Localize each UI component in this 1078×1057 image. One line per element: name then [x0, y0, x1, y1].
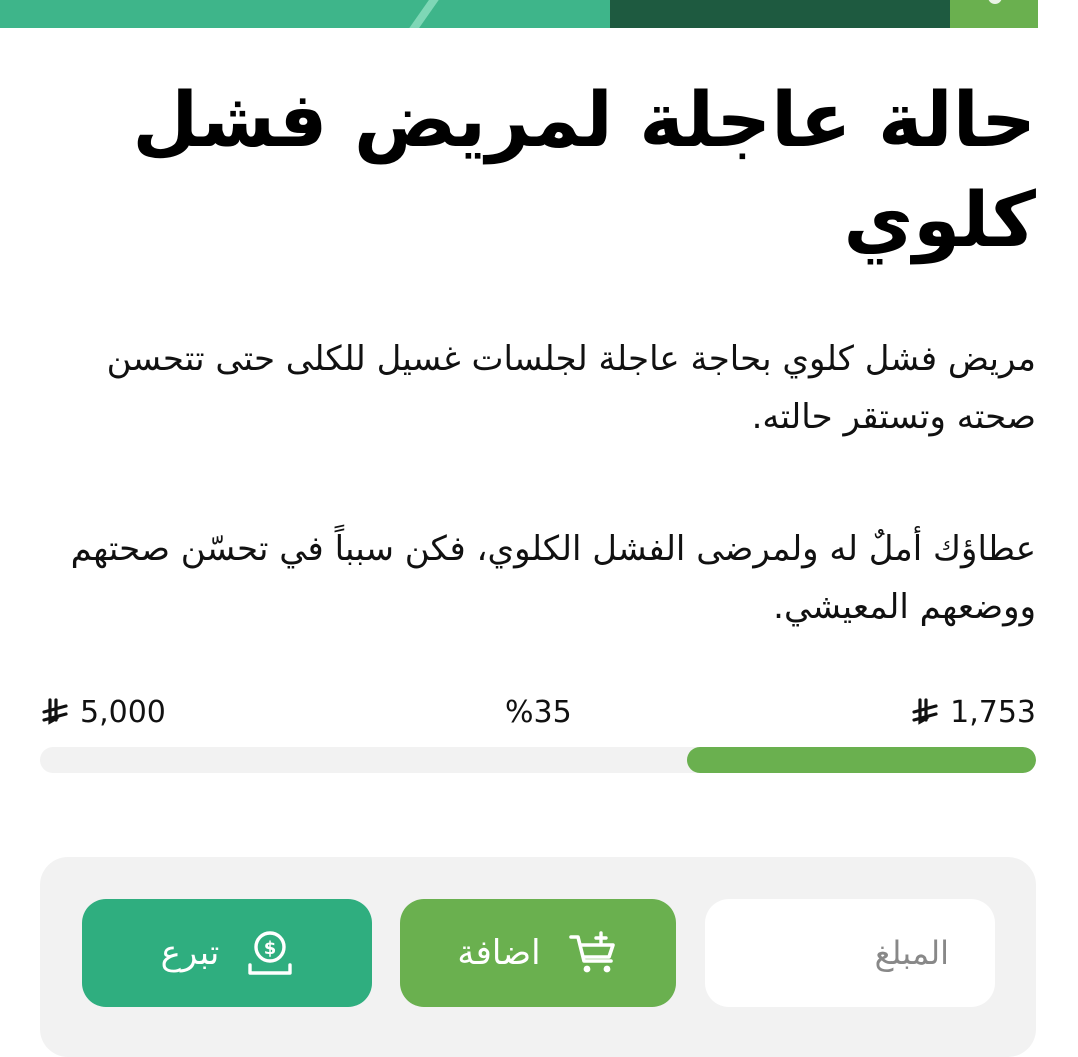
add-button-label: اضافة	[457, 933, 541, 973]
banner-segment-main	[0, 0, 610, 28]
campaign-title: حالة عاجلة لمريض فشل كلوي	[132, 75, 1036, 264]
raised-amount: 1,753	[910, 695, 1036, 730]
saudi-riyal-icon	[40, 697, 70, 728]
banner-badge-icon	[988, 0, 1002, 4]
raised-value: 1,753	[950, 695, 1036, 730]
saudi-riyal-icon	[910, 697, 940, 728]
banner-segment-dark	[610, 0, 950, 28]
progress-bar-fill	[687, 747, 1036, 773]
donation-panel: اضافة $ تبرع	[40, 857, 1036, 1057]
campaign-description: مريض فشل كلوي بحاجة عاجلة لجلسات غسيل لل…	[106, 339, 1036, 437]
add-to-cart-button[interactable]: اضافة	[400, 899, 676, 1007]
progress-bar	[40, 747, 1036, 773]
campaign-appeal: عطاؤك أملٌ له ولمرضى الفشل الكلوي، فكن س…	[70, 529, 1036, 627]
donate-button-label: تبرع	[160, 933, 220, 973]
banner-segment-edge	[1038, 0, 1078, 28]
goal-amount: 5,000	[40, 695, 166, 730]
amount-input[interactable]	[705, 899, 995, 1007]
donate-button[interactable]: $ تبرع	[82, 899, 372, 1007]
banner-segment-accent[interactable]	[950, 0, 1038, 28]
money-hand-icon: $	[247, 929, 293, 977]
goal-value: 5,000	[80, 695, 166, 730]
top-banner	[0, 0, 1078, 28]
cart-plus-icon	[568, 931, 619, 975]
svg-text:$: $	[264, 938, 277, 959]
progress-stats: 5,000 %35 1,753	[40, 695, 1036, 735]
progress-percent: %35	[505, 695, 572, 730]
